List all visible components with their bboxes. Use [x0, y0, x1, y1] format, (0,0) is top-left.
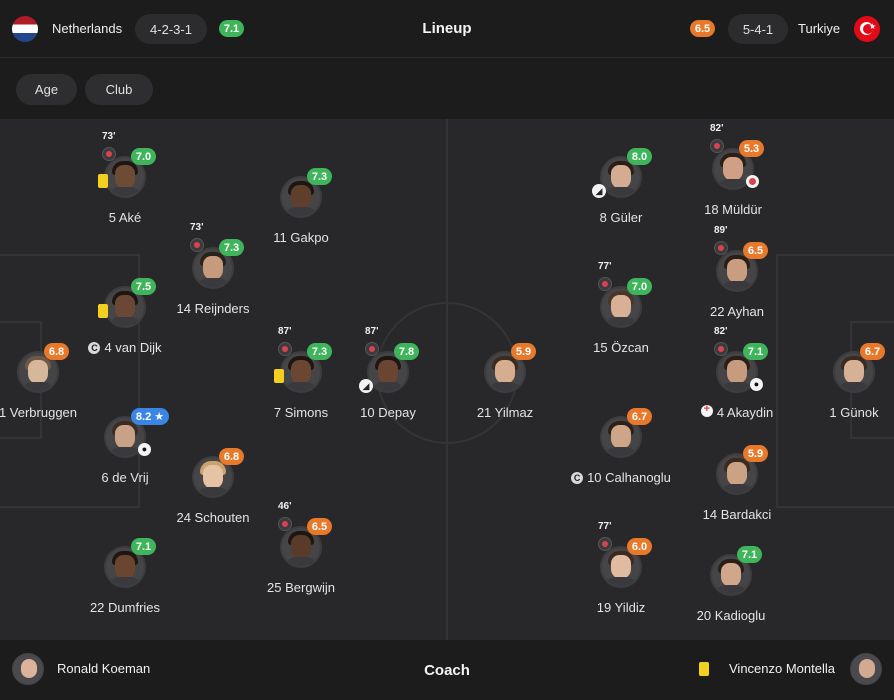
player-name: 1 Günok [829, 405, 879, 420]
player-name: 14 Bardakci [702, 507, 772, 522]
away-coach-avatar[interactable] [850, 653, 882, 685]
assist-boot-icon: ◢ [592, 184, 606, 198]
player-name: 11 Gakpo [273, 230, 329, 245]
player-rating: 7.3 [307, 343, 332, 360]
captain-icon: C [571, 472, 584, 484]
away-team-rating: 6.5 [690, 20, 715, 37]
substitution-out-icon [714, 342, 728, 356]
player-rating: 8.2 ★ [131, 408, 169, 425]
substitution-out-icon [278, 342, 292, 356]
player-rating: 7.5 [131, 278, 156, 295]
player-rating: 6.8 [219, 448, 244, 465]
substitution-out-icon [598, 277, 612, 291]
yellow-card-icon [98, 304, 108, 318]
away-coach-name[interactable]: Vincenzo Montella [729, 661, 835, 676]
player-rating: 7.1 [131, 538, 156, 555]
captain-icon: C [88, 342, 101, 354]
goal-ball-icon: ● [138, 443, 151, 456]
substitution-time: 77' [598, 521, 612, 532]
player-name: C 10 Calhanoglu [521, 470, 721, 485]
player-rating: 5.9 [743, 445, 768, 462]
substitution-out-icon [714, 241, 728, 255]
substitution-out-icon [102, 147, 116, 161]
substitution-time: 46' [278, 501, 292, 512]
player-rating: 6.7 [860, 343, 885, 360]
player-name: 20 Kadioglu [696, 608, 766, 623]
yellow-card-icon [699, 662, 709, 676]
player-name: 21 Yilmaz [476, 405, 534, 420]
player-rating: 7.1 [743, 343, 768, 360]
player-name: 15 Özcan [593, 340, 649, 355]
player-name: 14 Reijnders [176, 301, 250, 316]
player-name: 22 Ayhan [710, 304, 764, 319]
substitution-time: 82' [714, 326, 728, 337]
age-filter-chip[interactable]: Age [16, 74, 77, 105]
substitution-time: 89' [714, 225, 728, 236]
club-filter-chip[interactable]: Club [85, 74, 153, 105]
player-rating: 6.0 [627, 538, 652, 555]
player-name: 25 Bergwijn [267, 580, 335, 595]
player-rating: 6.5 [743, 242, 768, 259]
substitution-time: 87' [365, 326, 379, 337]
player-name: C4 van Dijk [25, 340, 225, 355]
player-name: 22 Dumfries [89, 600, 161, 615]
player-rating: 6.5 [307, 518, 332, 535]
player-rating: 7.8 [394, 343, 419, 360]
yellow-card-icon [274, 369, 284, 383]
goal-ball-icon: ● [750, 378, 763, 391]
substitution-out-icon [598, 537, 612, 551]
filter-bar: Age Club [0, 59, 894, 119]
player-rating: 7.3 [307, 168, 332, 185]
substitution-out-icon [365, 342, 379, 356]
away-team-name[interactable]: Turkiye [798, 21, 840, 36]
substitution-time: 77' [598, 261, 612, 272]
player-rating: 5.3 [739, 140, 764, 157]
coaches-bar: Ronald Koeman Coach Vincenzo Montella [0, 640, 894, 700]
substitution-time: 82' [710, 123, 724, 134]
player-rating: 7.0 [627, 278, 652, 295]
player-rating: 7.0 [131, 148, 156, 165]
player-rating: 7.1 [737, 546, 762, 563]
own-goal-icon [700, 403, 713, 417]
substitution-out-icon [278, 517, 292, 531]
own-goal-icon [746, 175, 759, 188]
lineup-header: Netherlands 4-2-3-1 7.1 Lineup 6.5 5-4-1… [0, 0, 894, 58]
player-rating: 8.0 [627, 148, 652, 165]
substitution-time: 87' [278, 326, 292, 337]
turkey-flag-icon: ★ [854, 16, 880, 42]
away-formation-badge: 5-4-1 [728, 14, 788, 44]
substitution-time: 73' [102, 131, 116, 142]
yellow-card-icon [98, 174, 108, 188]
substitution-out-icon [710, 139, 724, 153]
player-name: 18 Müldür [704, 202, 762, 217]
assist-boot-icon: ◢ [359, 379, 373, 393]
